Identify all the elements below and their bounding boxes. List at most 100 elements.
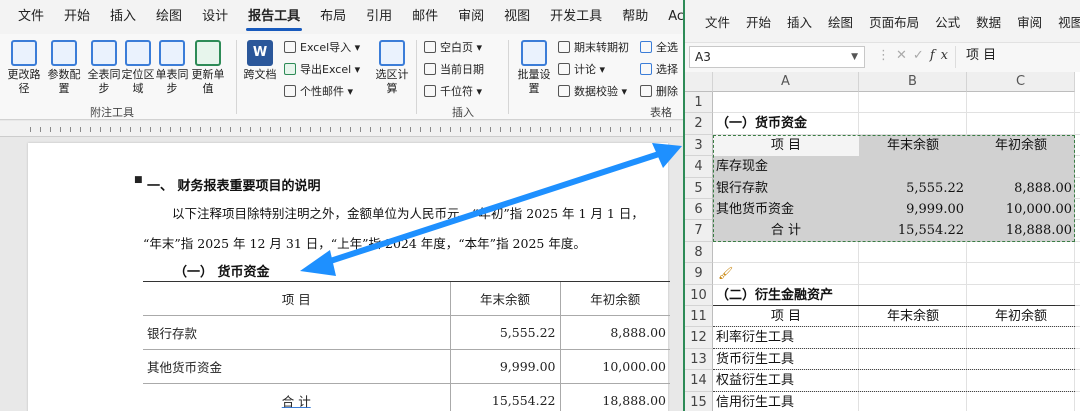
- row-header[interactable]: 1: [685, 92, 713, 114]
- select-all-button[interactable]: 全选: [640, 40, 678, 56]
- tab-developer[interactable]: 开发工具: [540, 0, 612, 34]
- cross-doc-button[interactable]: W 跨文档: [240, 40, 280, 82]
- table-row: 项 目 年末余额 年初余额: [143, 281, 670, 316]
- select-calc-button[interactable]: 选区计算: [372, 40, 412, 96]
- ruler-tick: [130, 127, 131, 132]
- tab-acrobat[interactable]: Acrobat: [658, 0, 683, 34]
- tab-design[interactable]: 设计: [192, 0, 238, 34]
- table-cell[interactable]: 8,888.00: [559, 315, 670, 350]
- delete-button[interactable]: 删除: [640, 84, 678, 100]
- row-header[interactable]: 9: [685, 263, 713, 285]
- batch-set-button[interactable]: 批量设置: [514, 40, 554, 96]
- name-box[interactable]: A3 ▼: [689, 46, 865, 68]
- sheet-cell[interactable]: 权益衍生工具: [713, 370, 859, 391]
- section-title-cell[interactable]: （二）衍生金融资产: [713, 285, 973, 306]
- ruler-tick: [430, 127, 431, 132]
- table-header-year-end[interactable]: 年末余额: [449, 281, 560, 316]
- excel-tab-home[interactable]: 开始: [738, 12, 779, 31]
- row-header[interactable]: 3: [685, 134, 713, 157]
- row-header[interactable]: 10: [685, 284, 713, 306]
- table-header-item[interactable]: 项 目: [143, 281, 450, 316]
- cancel-icon[interactable]: ✕: [896, 48, 913, 63]
- sheet-header-cell[interactable]: 项 目: [713, 306, 859, 327]
- row-header[interactable]: 4: [685, 156, 713, 178]
- select-all-corner[interactable]: [685, 72, 713, 92]
- more-icon[interactable]: ⋮: [877, 48, 896, 63]
- row-header[interactable]: 2: [685, 113, 713, 135]
- single-sync-button[interactable]: 单表同步: [152, 40, 192, 96]
- data-check-button[interactable]: 数据校验 ▾: [558, 84, 627, 100]
- tab-file[interactable]: 文件: [8, 0, 54, 34]
- excel-tab-insert[interactable]: 插入: [779, 12, 820, 31]
- excel-tab-review[interactable]: 审阅: [1009, 12, 1050, 31]
- sheet-header-cell[interactable]: 年末余额: [859, 306, 967, 327]
- formula-input[interactable]: 项 目: [955, 46, 1079, 68]
- section-title-cell[interactable]: （一）货币资金: [713, 113, 973, 134]
- tab-view[interactable]: 视图: [494, 0, 540, 34]
- fx-icon[interactable]: fx: [930, 48, 954, 63]
- excel-tab-view[interactable]: 视图: [1050, 12, 1080, 31]
- thousands-sep-button[interactable]: 千位符 ▾: [424, 84, 482, 100]
- table-cell[interactable]: 18,888.00: [559, 383, 670, 411]
- row-header[interactable]: 6: [685, 199, 713, 221]
- tab-help[interactable]: 帮助: [612, 0, 658, 34]
- chevron-down-icon[interactable]: ▼: [851, 47, 858, 67]
- table-cell[interactable]: 10,000.00: [559, 349, 670, 384]
- table-cell[interactable]: 其他货币资金: [143, 349, 450, 384]
- excel-tab-file[interactable]: 文件: [697, 12, 738, 31]
- tab-draw[interactable]: 绘图: [146, 0, 192, 34]
- table-cell[interactable]: 15,554.22: [449, 383, 560, 411]
- table-cell-total[interactable]: 合 计: [143, 383, 450, 411]
- tab-layout[interactable]: 布局: [310, 0, 356, 34]
- tab-review[interactable]: 审阅: [448, 0, 494, 34]
- tab-report-tools[interactable]: 报告工具: [238, 0, 310, 34]
- selection-border: [713, 134, 1075, 242]
- row-header[interactable]: 12: [685, 327, 713, 349]
- sheet-header-cell[interactable]: 年初余额: [967, 306, 1075, 327]
- row-header[interactable]: 7: [685, 220, 713, 242]
- tab-insert[interactable]: 插入: [100, 0, 146, 34]
- calc-button[interactable]: 计论 ▾: [558, 62, 605, 78]
- blank-page-button[interactable]: 空白页 ▾: [424, 40, 482, 56]
- column-header-c[interactable]: C: [967, 72, 1075, 92]
- excel-tab-page-layout[interactable]: 页面布局: [861, 12, 927, 31]
- doc-section-title: （一） 货币资金: [174, 265, 270, 280]
- column-header-a[interactable]: A: [713, 72, 859, 92]
- row-header[interactable]: 15: [685, 391, 713, 411]
- table-cell[interactable]: 9,999.00: [449, 349, 560, 384]
- table-cell[interactable]: 银行存款: [143, 315, 450, 350]
- excel-import-button[interactable]: Excel导入 ▾: [284, 40, 360, 56]
- tab-references[interactable]: 引用: [356, 0, 402, 34]
- table-header-year-begin[interactable]: 年初余额: [559, 281, 670, 316]
- tab-mailings[interactable]: 邮件: [402, 0, 448, 34]
- excel-tab-data[interactable]: 数据: [968, 12, 1009, 31]
- row-header[interactable]: 8: [685, 241, 713, 264]
- param-config-button[interactable]: 参数配置: [44, 40, 84, 96]
- ruler-tick: [300, 127, 301, 132]
- sheet-cell[interactable]: 信用衍生工具: [713, 392, 859, 411]
- ruler-tick: [440, 127, 441, 132]
- ruler-tick: [100, 127, 101, 132]
- paintbrush-icon[interactable]: 🖌: [715, 263, 735, 284]
- confirm-icon[interactable]: ✓: [913, 48, 930, 63]
- row-header[interactable]: 5: [685, 177, 713, 199]
- excel-tab-draw[interactable]: 绘图: [820, 12, 861, 31]
- sheet-cell[interactable]: 利率衍生工具: [713, 327, 859, 348]
- table-cell[interactable]: 5,555.22: [449, 315, 560, 350]
- sheet-cell[interactable]: 货币衍生工具: [713, 349, 859, 370]
- dotted-border: [713, 369, 1075, 371]
- personal-mail-button[interactable]: 个性邮件 ▾: [284, 84, 353, 100]
- export-excel-button[interactable]: 导出Excel ▾: [284, 62, 360, 78]
- update-cell-button[interactable]: 更新单值: [188, 40, 228, 96]
- row-header[interactable]: 11: [685, 306, 713, 328]
- ruler-tick: [550, 127, 551, 132]
- period-change-button[interactable]: 期末转期初: [558, 40, 629, 56]
- row-header[interactable]: 14: [685, 370, 713, 392]
- select-button[interactable]: 选择: [640, 62, 678, 78]
- tab-home[interactable]: 开始: [54, 0, 100, 34]
- excel-tab-formulas[interactable]: 公式: [927, 12, 968, 31]
- column-header-b[interactable]: B: [859, 72, 967, 92]
- change-path-button[interactable]: 更改路径: [4, 40, 44, 96]
- current-date-button[interactable]: 当前日期: [424, 62, 484, 78]
- row-header[interactable]: 13: [685, 348, 713, 371]
